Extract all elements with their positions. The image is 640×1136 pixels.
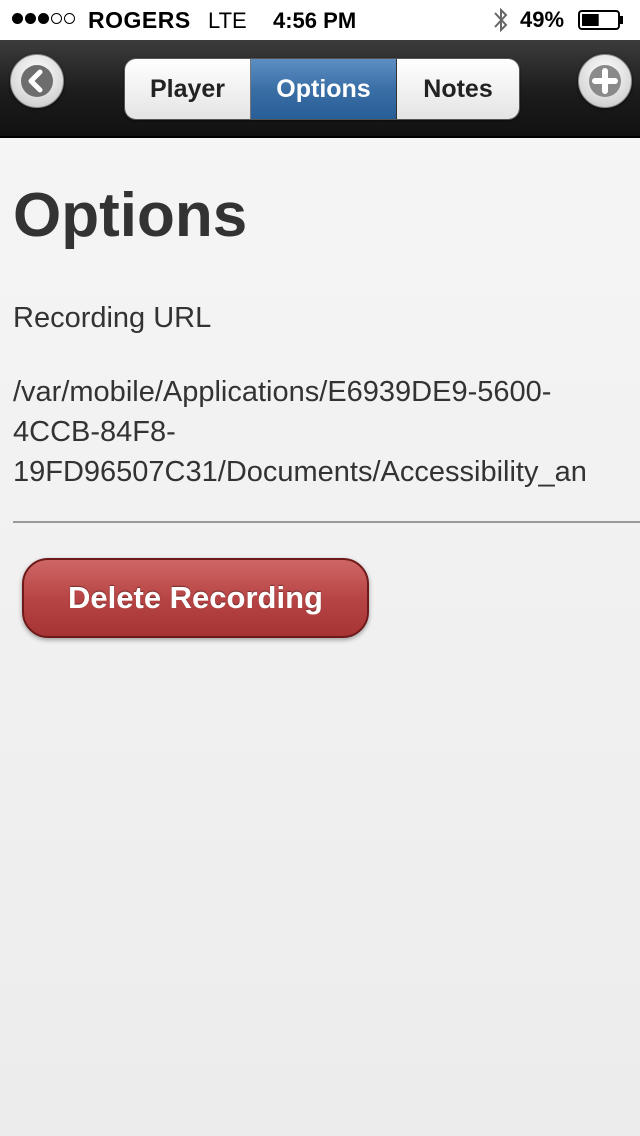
plus-icon xyxy=(589,65,621,97)
signal-dot xyxy=(38,13,49,24)
signal-strength-icon xyxy=(12,13,75,24)
signal-dot xyxy=(51,13,62,24)
tab-player[interactable]: Player xyxy=(125,59,251,119)
segmented-control: Player Options Notes xyxy=(124,58,520,120)
page-title: Options xyxy=(13,181,248,250)
url-line: 19FD96507C31/Documents/Accessibility_an xyxy=(13,456,587,488)
add-button[interactable] xyxy=(578,54,632,108)
chevron-left-icon xyxy=(21,65,53,97)
bluetooth-icon xyxy=(494,7,508,33)
tab-options[interactable]: Options xyxy=(251,59,397,119)
network-type: LTE xyxy=(208,8,247,33)
signal-dot xyxy=(64,13,75,24)
signal-dot xyxy=(25,13,36,24)
battery-percent: 49% xyxy=(520,7,565,32)
battery-icon xyxy=(578,10,623,30)
delete-recording-button[interactable]: Delete Recording xyxy=(22,558,369,638)
carrier-name: ROGERS xyxy=(88,7,191,33)
signal-dot xyxy=(12,13,23,24)
url-line: 4CCB-84F8- xyxy=(13,416,176,448)
divider xyxy=(13,521,640,523)
status-time: 4:56 PM xyxy=(273,8,357,33)
url-line: /var/mobile/Applications/E6939DE9-5600- xyxy=(13,376,552,408)
tab-notes[interactable]: Notes xyxy=(397,59,519,119)
navigation-bar: Player Options Notes xyxy=(0,40,640,138)
status-bar: ROGERS LTE 4:56 PM 49% xyxy=(0,0,640,40)
back-button[interactable] xyxy=(10,54,64,108)
recording-url-value: /var/mobile/Applications/E6939DE9-5600- … xyxy=(13,372,640,492)
recording-url-label: Recording URL xyxy=(13,302,212,334)
